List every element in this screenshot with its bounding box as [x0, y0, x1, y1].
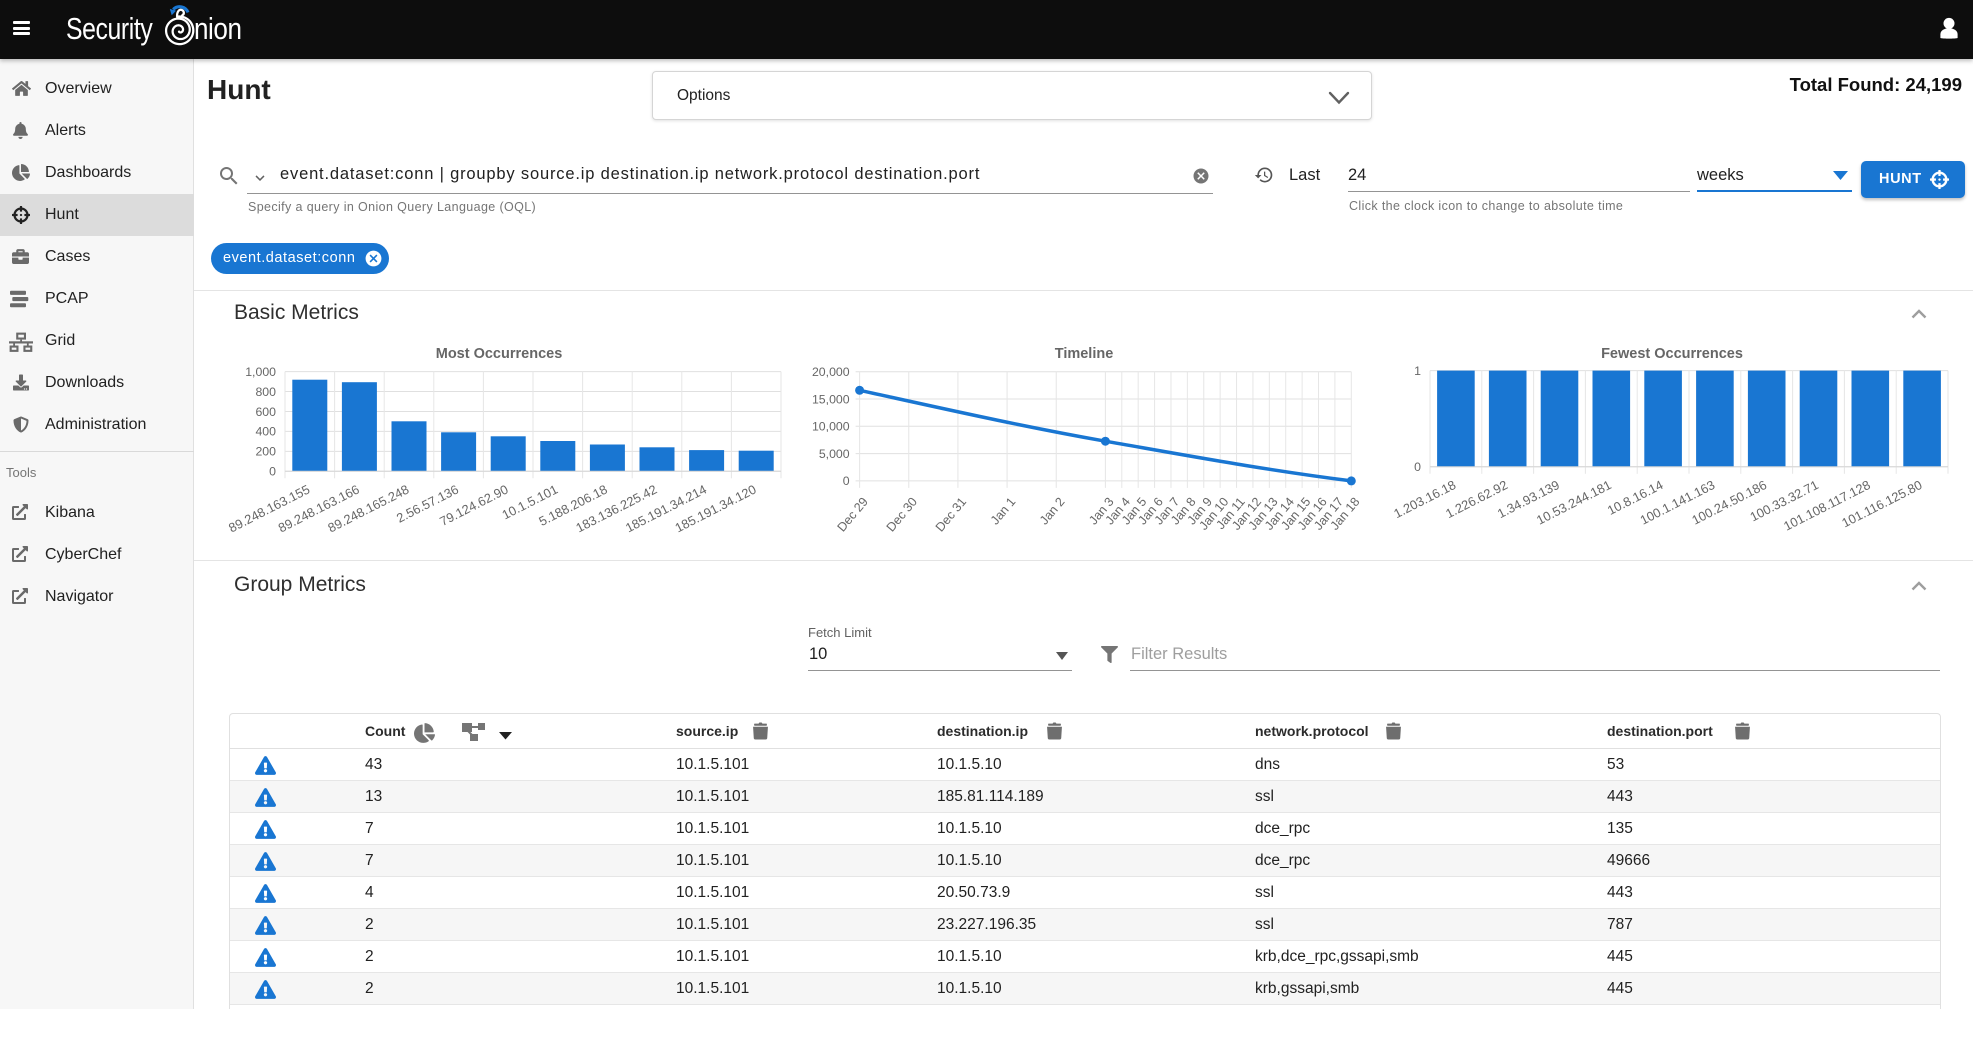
- svg-text:10,000: 10,000: [812, 420, 850, 434]
- svg-text:101.108.117.128: 101.108.117.128: [1781, 477, 1873, 534]
- svg-text:Jan 2: Jan 2: [1037, 495, 1068, 528]
- svg-text:Jan 1: Jan 1: [988, 495, 1019, 528]
- svg-text:0: 0: [843, 474, 850, 488]
- svg-text:15,000: 15,000: [812, 392, 850, 406]
- svg-text:1,000: 1,000: [245, 365, 276, 379]
- svg-text:800: 800: [255, 385, 276, 399]
- svg-text:Dec 29: Dec 29: [835, 495, 871, 535]
- svg-text:0: 0: [269, 465, 276, 479]
- svg-text:Dec 30: Dec 30: [884, 495, 920, 535]
- svg-text:5,000: 5,000: [819, 447, 850, 461]
- svg-text:1: 1: [1414, 364, 1421, 378]
- svg-text:Fewest Occurrences: Fewest Occurrences: [1601, 346, 1743, 362]
- svg-text:200: 200: [255, 445, 276, 459]
- svg-text:Dec 31: Dec 31: [933, 495, 969, 535]
- svg-text:20,000: 20,000: [812, 365, 850, 379]
- svg-text:89.248.163.155: 89.248.163.155: [226, 482, 312, 536]
- svg-text:Most Occurrences: Most Occurrences: [436, 346, 563, 362]
- svg-text:Timeline: Timeline: [1055, 346, 1114, 362]
- svg-text:0: 0: [1414, 460, 1421, 474]
- svg-text:600: 600: [255, 405, 276, 419]
- svg-text:400: 400: [255, 425, 276, 439]
